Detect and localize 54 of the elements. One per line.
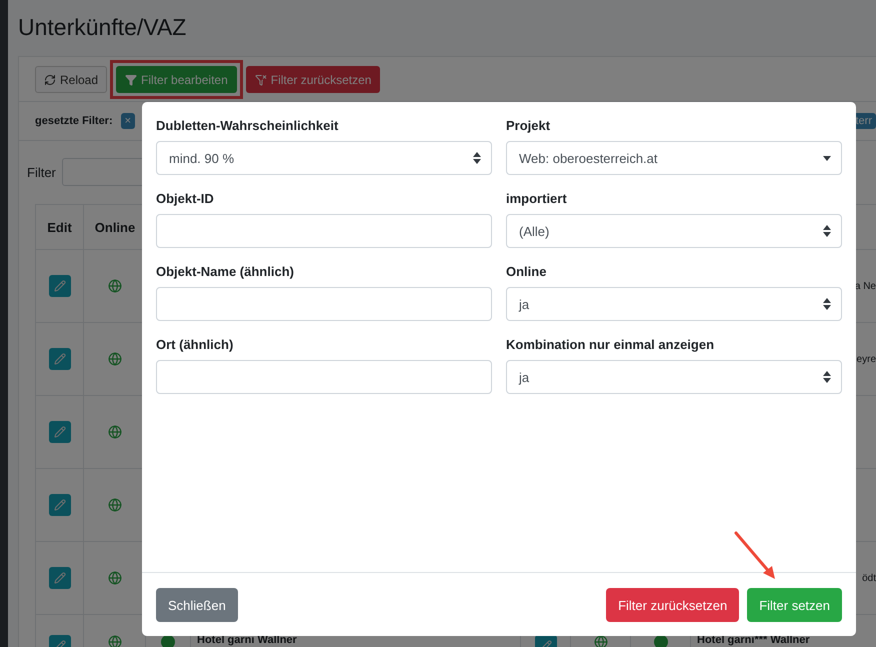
globe-icon (108, 425, 122, 439)
filter-label: Filter (27, 164, 56, 180)
globe-icon (594, 635, 608, 647)
reload-button[interactable]: Reload (35, 66, 108, 93)
text-field[interactable] (156, 287, 492, 321)
field-label: Kombination nur einmal anzeigen (506, 337, 716, 352)
table-cell-text: Hotel garni Wallner (196, 635, 297, 646)
funnel-x-icon (254, 74, 267, 86)
select-field[interactable]: ja (506, 287, 842, 321)
reset-filter-button[interactable]: Filter zurücksetzen (246, 66, 380, 93)
up-down-arrows-icon (823, 298, 831, 310)
text-field[interactable] (156, 360, 492, 394)
reload-icon (44, 74, 56, 86)
field-label: Projekt (506, 118, 552, 133)
field-label: Objekt-ID (156, 191, 215, 206)
caret-icon (823, 156, 831, 160)
pencil-icon (54, 353, 66, 365)
field-label: Dubletten-Wahrscheinlichkeit (156, 118, 340, 133)
reset-filter-button[interactable]: Filter zurücksetzen (606, 588, 740, 622)
select-field[interactable]: (Alle) (506, 214, 842, 248)
dropdown-field[interactable]: Web: oberoesterreich.at (506, 141, 842, 175)
status-icon (161, 635, 175, 647)
pencil-icon (54, 280, 66, 292)
up-down-arrows-icon (473, 152, 481, 164)
pencil-icon (54, 499, 66, 511)
pencil-icon (54, 572, 66, 584)
status-icon (654, 635, 668, 647)
column-header: Online (94, 220, 136, 234)
edit-filter-button[interactable]: Filter bearbeiten (116, 66, 237, 93)
globe-icon (108, 571, 122, 585)
up-down-arrows-icon (823, 371, 831, 383)
table-cell: eyre (856, 354, 876, 364)
filter-tag[interactable]: × (120, 113, 136, 129)
up-down-arrows-icon (823, 225, 831, 237)
text-field[interactable] (156, 214, 492, 248)
column-header: Edit (47, 220, 72, 234)
field-label: Ort (ähnlich) (156, 337, 234, 352)
apply-filter-button[interactable]: Filter setzen (747, 588, 842, 622)
table-cell-text: Hotel garni*** Wallner (696, 635, 810, 646)
field-label: Objekt-Name (ähnlich) (156, 264, 295, 279)
globe-icon (108, 498, 122, 512)
field-label: importiert (506, 191, 568, 206)
globe-icon (108, 279, 122, 293)
filters-label: gesetzte Filter: (35, 115, 113, 127)
field-label: Online (506, 264, 548, 279)
select-field[interactable]: mind. 90 % (156, 141, 492, 175)
globe-icon (108, 635, 122, 647)
page-title: Unterkünfte/VAZ (18, 14, 188, 40)
table-cell: ödt (862, 572, 876, 584)
select-field[interactable]: ja (506, 360, 842, 394)
close-button[interactable]: Schließen (156, 588, 238, 622)
globe-icon (108, 352, 122, 366)
pencil-icon (54, 426, 66, 438)
funnel-icon (125, 74, 138, 86)
